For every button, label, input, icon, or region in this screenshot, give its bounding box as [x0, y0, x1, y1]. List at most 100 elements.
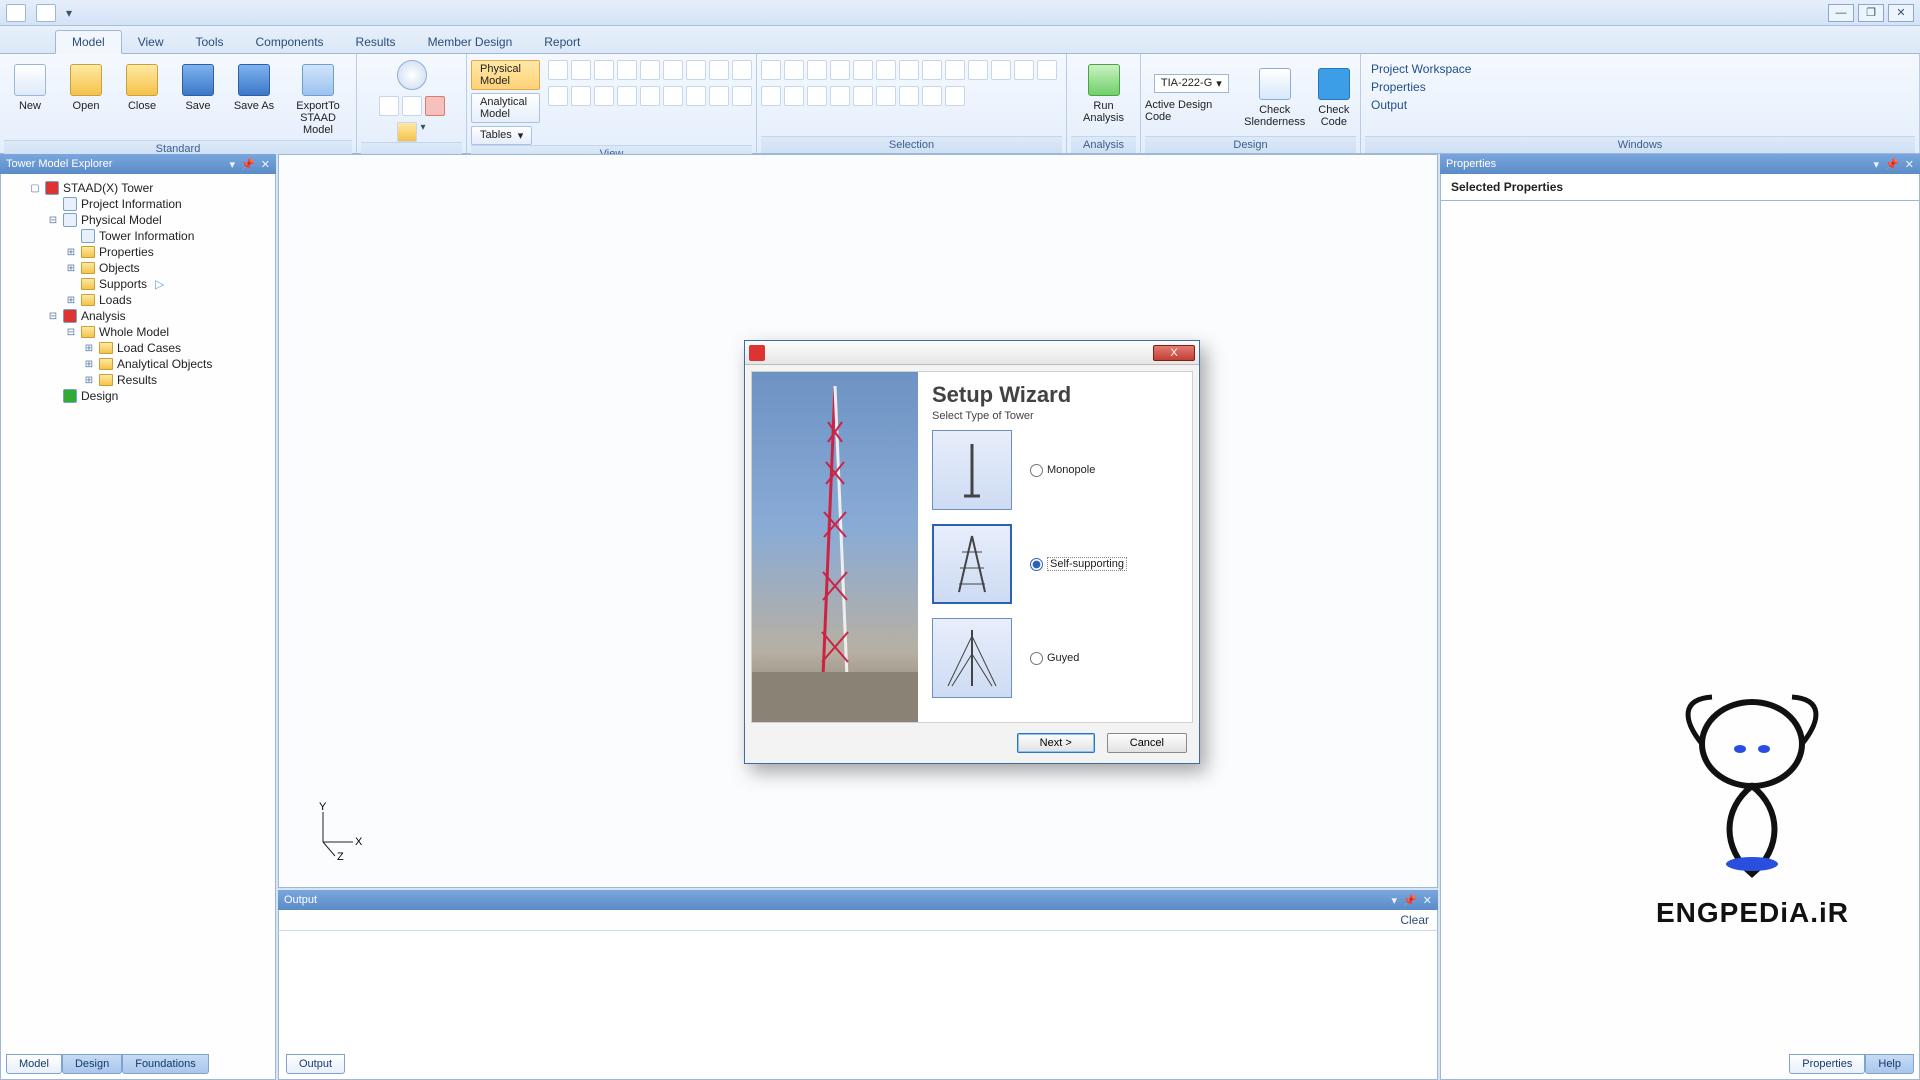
sel-icon-r2-4[interactable] — [830, 86, 850, 106]
save-button[interactable]: Save — [172, 60, 224, 116]
tree-design[interactable]: Design — [81, 389, 118, 403]
close-button[interactable]: Close — [116, 60, 168, 116]
tree-whole-model[interactable]: Whole Model — [99, 325, 169, 339]
sel-icon-r2-8[interactable] — [922, 86, 942, 106]
clip-dropdown-icon[interactable]: ▾ — [420, 122, 425, 142]
output-clear-button[interactable]: Clear — [1400, 913, 1429, 927]
sel-icon-r1-11[interactable] — [991, 60, 1011, 80]
view-icon-r1-4[interactable] — [617, 60, 637, 80]
view-icon-r1-7[interactable] — [686, 60, 706, 80]
view-icon-r1-6[interactable] — [663, 60, 683, 80]
dialog-close-button[interactable]: X — [1153, 345, 1195, 361]
ribbon-tab-view[interactable]: View — [122, 31, 180, 53]
view-icon-r2-1[interactable] — [548, 86, 568, 106]
self-supporting-option[interactable]: Self-supporting — [1030, 557, 1127, 571]
clip-cut-icon[interactable] — [402, 96, 422, 116]
ribbon-tab-components[interactable]: Components — [240, 31, 340, 53]
monopole-option[interactable]: Monopole — [1030, 464, 1095, 477]
qa-icon-1[interactable] — [6, 4, 26, 22]
zoom-extents-icon[interactable] — [709, 60, 729, 80]
sel-icon-r1-9[interactable] — [945, 60, 965, 80]
tree-loads[interactable]: Loads — [99, 293, 132, 307]
view-icon-r2-4[interactable] — [617, 86, 637, 106]
tables-button[interactable]: Tables▾ — [471, 126, 532, 145]
window-minimize-button[interactable]: — — [1828, 4, 1854, 22]
explorer-pin-icon[interactable]: ▾ — [230, 158, 236, 171]
open-button[interactable]: Open — [60, 60, 112, 116]
tree-analysis[interactable]: Analysis — [81, 309, 126, 323]
sel-icon-r1-2[interactable] — [784, 60, 804, 80]
zoom-window-icon[interactable] — [732, 60, 752, 80]
ribbon-tab-model[interactable]: Model — [55, 30, 122, 54]
sel-icon-r1-6[interactable] — [876, 60, 896, 80]
tree-project-information[interactable]: Project Information — [81, 197, 182, 211]
bottom-tab-design[interactable]: Design — [62, 1054, 122, 1074]
properties-link[interactable]: Properties — [1365, 78, 1432, 96]
explorer-autohide-icon[interactable]: 📌 — [241, 158, 255, 171]
check-code-button[interactable]: Check Code — [1312, 64, 1356, 132]
sel-icon-r1-4[interactable] — [830, 60, 850, 80]
window-close-button[interactable]: ✕ — [1888, 4, 1914, 22]
ribbon-tab-results[interactable]: Results — [340, 31, 412, 53]
export-staad-button[interactable]: ExportTo STAAD Model — [284, 60, 352, 140]
sel-icon-r1-7[interactable] — [899, 60, 919, 80]
ribbon-tab-tools[interactable]: Tools — [179, 31, 239, 53]
sel-icon-r2-3[interactable] — [807, 86, 827, 106]
sel-icon-r1-10[interactable] — [968, 60, 988, 80]
tree-properties[interactable]: Properties — [99, 245, 154, 259]
view-icon-r1-3[interactable] — [594, 60, 614, 80]
qa-dropdown-icon[interactable]: ▾ — [66, 6, 72, 20]
ribbon-tab-member-design[interactable]: Member Design — [412, 31, 529, 53]
zoom-in-icon[interactable] — [686, 86, 706, 106]
output-pin-icon[interactable]: ▾ — [1392, 894, 1398, 907]
save-as-button[interactable]: Save As — [228, 60, 280, 116]
window-maximize-button[interactable]: ❐ — [1858, 4, 1884, 22]
sel-icon-r1-8[interactable] — [922, 60, 942, 80]
sel-icon-r1-13[interactable] — [1037, 60, 1057, 80]
bottom-tab-properties[interactable]: Properties — [1789, 1054, 1865, 1074]
run-analysis-button[interactable]: Run Analysis — [1071, 60, 1136, 128]
output-close-icon[interactable]: ✕ — [1423, 894, 1432, 907]
explorer-close-icon[interactable]: ✕ — [261, 158, 270, 171]
tree-results[interactable]: Results — [117, 373, 157, 387]
output-autohide-icon[interactable]: 📌 — [1403, 894, 1417, 907]
props-close-icon[interactable]: ✕ — [1905, 158, 1914, 171]
view-icon-r1-2[interactable] — [571, 60, 591, 80]
wizard-next-button[interactable]: Next > — [1017, 733, 1095, 753]
props-pin-icon[interactable]: ▾ — [1874, 158, 1880, 171]
tree-supports[interactable]: Supports — [99, 277, 147, 291]
view-icon-r2-3[interactable] — [594, 86, 614, 106]
view-icon-r2-2[interactable] — [571, 86, 591, 106]
bottom-tab-model[interactable]: Model — [6, 1054, 62, 1074]
physical-model-button[interactable]: Physical Model — [471, 60, 540, 90]
sel-icon-r1-12[interactable] — [1014, 60, 1034, 80]
bottom-tab-help[interactable]: Help — [1865, 1054, 1914, 1074]
guyed-option[interactable]: Guyed — [1030, 652, 1079, 665]
monopole-thumb[interactable] — [932, 430, 1012, 510]
tree-analytical-objects[interactable]: Analytical Objects — [117, 357, 212, 371]
tree-physical-model[interactable]: Physical Model — [81, 213, 162, 227]
wizard-cancel-button[interactable]: Cancel — [1107, 733, 1187, 753]
tree-objects[interactable]: Objects — [99, 261, 140, 275]
tree-tower-information[interactable]: Tower Information — [99, 229, 194, 243]
clip-delete-icon[interactable] — [425, 96, 445, 116]
model-tree[interactable]: ▢STAAD(X) Tower Project Information ⊟Phy… — [1, 174, 275, 410]
zoom-fit-icon[interactable] — [732, 86, 752, 106]
qa-icon-2[interactable] — [36, 4, 56, 22]
view-icon-r1-1[interactable] — [548, 60, 568, 80]
bottom-tab-output[interactable]: Output — [286, 1054, 345, 1074]
sel-icon-r2-2[interactable] — [784, 86, 804, 106]
sel-icon-r2-1[interactable] — [761, 86, 781, 106]
check-slenderness-button[interactable]: Check Slenderness — [1246, 64, 1304, 132]
zoom-out-icon[interactable] — [709, 86, 729, 106]
clip-copy-icon[interactable] — [379, 96, 399, 116]
ribbon-tab-report[interactable]: Report — [528, 31, 596, 53]
project-workspace-link[interactable]: Project Workspace — [1365, 60, 1477, 78]
guyed-thumb[interactable] — [932, 618, 1012, 698]
tree-load-cases[interactable]: Load Cases — [117, 341, 181, 355]
iso-view-icon[interactable] — [397, 60, 427, 90]
sel-icon-r1-5[interactable] — [853, 60, 873, 80]
sel-icon-r1-3[interactable] — [807, 60, 827, 80]
sel-icon-r1-1[interactable] — [761, 60, 781, 80]
sel-icon-r2-5[interactable] — [853, 86, 873, 106]
